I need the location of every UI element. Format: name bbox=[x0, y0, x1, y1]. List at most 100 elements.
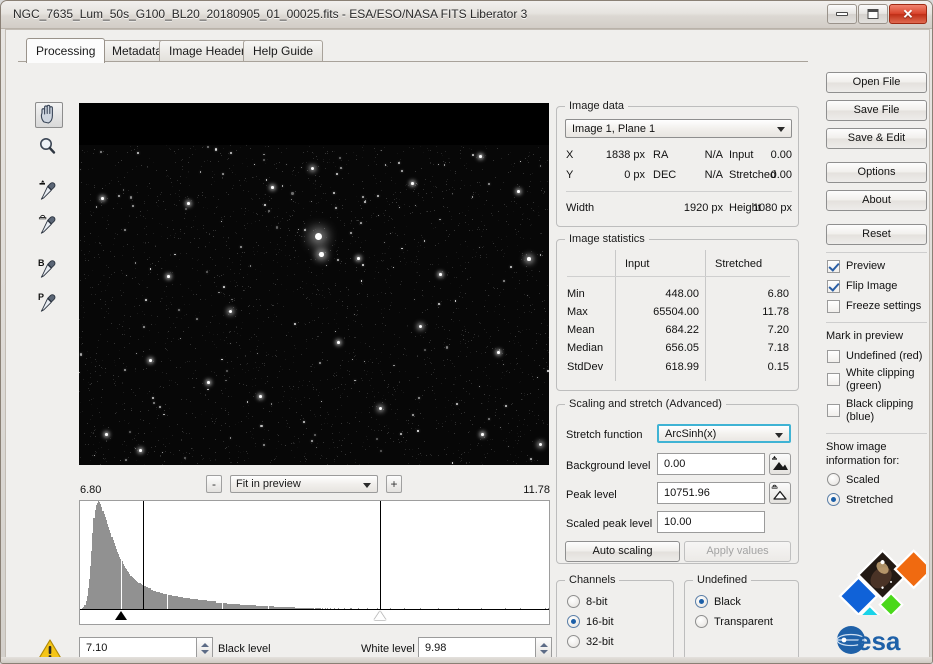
hand-tool[interactable] bbox=[35, 102, 63, 128]
white-level-marker[interactable] bbox=[374, 611, 387, 620]
radio-16-bit[interactable] bbox=[567, 615, 580, 628]
flip-image-checkbox-label: Flip Image bbox=[846, 280, 898, 292]
x-value: 1838 px bbox=[605, 149, 645, 161]
close-icon: ✕ bbox=[902, 6, 914, 22]
about-button[interactable]: About bbox=[826, 190, 927, 211]
radio-black[interactable] bbox=[695, 595, 708, 608]
status-bar bbox=[1, 657, 932, 663]
peak-level-label: Peak level bbox=[566, 489, 617, 501]
maximize-button[interactable] bbox=[858, 4, 888, 24]
stat-input-value: 448.00 bbox=[665, 288, 699, 300]
radio-stretched[interactable] bbox=[827, 493, 840, 506]
minimize-icon bbox=[836, 12, 848, 16]
eyedropper-p-icon: P bbox=[38, 292, 56, 312]
tab-underline bbox=[18, 61, 808, 62]
stat-row-label: Mean bbox=[567, 324, 595, 336]
dec-value: N/A bbox=[704, 169, 723, 181]
radio-transparent[interactable] bbox=[695, 615, 708, 628]
reset-button[interactable]: Reset bbox=[826, 224, 927, 245]
minimize-button[interactable] bbox=[827, 4, 857, 24]
white-level-input[interactable]: 9.98 bbox=[418, 637, 536, 659]
spinner-up-icon[interactable] bbox=[201, 643, 209, 647]
white-point-picker[interactable] bbox=[35, 213, 63, 239]
stretched-value: 0.00 bbox=[770, 169, 792, 181]
undefined-red-checkbox[interactable] bbox=[827, 350, 840, 363]
radio-32-bit-label: 32-bit bbox=[586, 636, 614, 648]
white-clipping-checkbox[interactable] bbox=[827, 373, 840, 386]
freeze-settings-checkbox[interactable] bbox=[827, 300, 840, 313]
peak-picker[interactable]: P bbox=[35, 291, 63, 317]
spinner-down-icon[interactable] bbox=[540, 650, 548, 654]
image-plane-select[interactable]: Image 1, Plane 1 bbox=[565, 119, 792, 138]
black-point-picker[interactable] bbox=[35, 179, 63, 205]
image-statistics-group: Image statistics Input Stretched Min 448… bbox=[556, 233, 799, 391]
svg-text:P: P bbox=[38, 292, 44, 302]
apply-values-button[interactable]: Apply values bbox=[684, 541, 791, 562]
stat-row-label: Min bbox=[567, 288, 585, 300]
stat-row-label: StdDev bbox=[567, 361, 604, 373]
stat-input-value: 656.05 bbox=[665, 342, 699, 354]
save-file-button[interactable]: Save File bbox=[826, 100, 927, 121]
sidebar: Open File Save File Save & Edit Options … bbox=[817, 66, 932, 663]
flip-image-checkbox[interactable] bbox=[827, 280, 840, 293]
black-level-marker[interactable] bbox=[114, 611, 127, 620]
stat-input-value: 684.22 bbox=[665, 324, 699, 336]
background-level-input[interactable]: 0.00 bbox=[657, 453, 765, 475]
zoom-out-button[interactable]: - bbox=[206, 475, 222, 493]
preview-checkbox[interactable] bbox=[827, 260, 840, 273]
svg-text:B: B bbox=[38, 258, 45, 268]
sidebar-divider-1 bbox=[826, 252, 927, 253]
histogram-white-line bbox=[380, 501, 382, 609]
histogram-bars bbox=[80, 501, 549, 609]
radio-8-bit[interactable] bbox=[567, 595, 580, 608]
radio-8-bit-label: 8-bit bbox=[586, 596, 608, 608]
zoom-tool[interactable] bbox=[35, 135, 63, 161]
height-value: 1080 px bbox=[752, 202, 792, 214]
spinner-up-icon[interactable] bbox=[540, 643, 548, 647]
spinner-down-icon[interactable] bbox=[201, 650, 209, 654]
ra-label: RA bbox=[653, 149, 669, 161]
black-level-input[interactable]: 7.10 bbox=[79, 637, 197, 659]
peak-level-input[interactable]: 10751.96 bbox=[657, 482, 765, 504]
tab-strip: Processing Metadata Image Headers Help G… bbox=[18, 38, 808, 63]
peak-outline-icon bbox=[771, 484, 787, 500]
options-button[interactable]: Options bbox=[826, 162, 927, 183]
histogram[interactable] bbox=[79, 500, 550, 625]
zoom-in-button[interactable]: + bbox=[386, 475, 402, 493]
tab-help-guide[interactable]: Help Guide bbox=[243, 40, 324, 62]
divider bbox=[566, 191, 792, 192]
undefined-title: Undefined bbox=[693, 574, 752, 586]
histogram-baseline bbox=[80, 609, 549, 610]
auto-scaling-button[interactable]: Auto scaling bbox=[565, 541, 680, 562]
image-preview[interactable] bbox=[79, 103, 549, 465]
radio-scaled[interactable] bbox=[827, 473, 840, 486]
black-clipping-label-line1: Black clipping bbox=[846, 398, 914, 410]
close-button[interactable]: ✕ bbox=[889, 4, 927, 24]
tab-processing[interactable]: Processing bbox=[26, 38, 106, 63]
client-area: Processing Metadata Image Headers Help G… bbox=[5, 29, 932, 663]
image-plane-value: Image 1, Plane 1 bbox=[572, 123, 656, 135]
channels-group: Channels 8-bit 16-bit 32-bit bbox=[556, 574, 674, 662]
stretch-function-select[interactable]: ArcSinh(x) bbox=[657, 424, 791, 443]
black-level-spinner[interactable] bbox=[197, 637, 213, 659]
white-clipping-label-line1: White clipping bbox=[846, 367, 915, 379]
width-label: Width bbox=[566, 202, 595, 214]
peak-pick-button[interactable] bbox=[769, 482, 791, 504]
save-and-edit-button[interactable]: Save & Edit bbox=[826, 128, 927, 149]
width-value: 1920 px bbox=[683, 202, 723, 214]
background-pick-button[interactable] bbox=[769, 453, 791, 475]
radio-stretched-label: Stretched bbox=[846, 494, 894, 506]
show-info-title-line1: Show image bbox=[826, 441, 887, 453]
histogram-black-line bbox=[142, 501, 144, 609]
eyedropper-b-icon: B bbox=[38, 258, 56, 278]
preview-starfield bbox=[79, 145, 549, 465]
zoom-level-select[interactable]: Fit in preview bbox=[230, 475, 378, 493]
white-level-spinner[interactable] bbox=[536, 637, 552, 659]
background-picker[interactable]: B bbox=[35, 257, 63, 283]
dec-label: DEC bbox=[653, 169, 677, 181]
scaled-peak-level-input[interactable]: 10.00 bbox=[657, 511, 765, 533]
stat-stretched-value: 0.15 bbox=[767, 361, 789, 373]
radio-32-bit[interactable] bbox=[567, 635, 580, 648]
open-file-button[interactable]: Open File bbox=[826, 72, 927, 93]
black-clipping-checkbox[interactable] bbox=[827, 404, 840, 417]
